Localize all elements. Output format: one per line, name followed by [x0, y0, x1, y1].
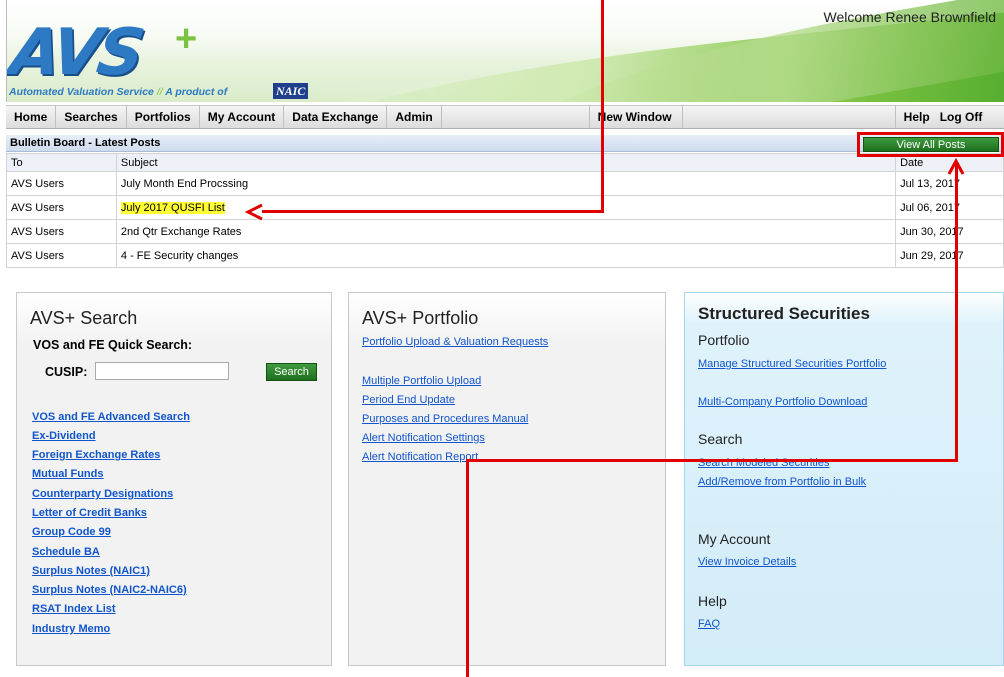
link-alert-notification-report[interactable]: Alert Notification Report: [362, 451, 478, 463]
link-counterparty-designations[interactable]: Counterparty Designations: [32, 488, 173, 500]
post-date: Jun 29, 2017: [895, 243, 1004, 268]
table-header-row: To Subject Date: [6, 153, 1004, 172]
column-header-subject: Subject: [115, 153, 897, 172]
portfolio-panel: AVS+ Portfolio Portfolio Upload & Valuat…: [348, 292, 666, 666]
annotation-arrowhead-icon: [244, 203, 263, 221]
link-multi-company-download[interactable]: Multi-Company Portfolio Download: [698, 396, 867, 408]
structured-panel-title: Structured Securities: [698, 304, 870, 323]
post-to: AVS Users: [6, 195, 117, 220]
link-portfolio-upload-valuation[interactable]: Portfolio Upload & Valuation Requests: [362, 336, 548, 348]
post-date: Jun 30, 2017: [895, 219, 1004, 244]
nav-help[interactable]: Help: [896, 106, 938, 128]
link-foreign-exchange-rates[interactable]: Foreign Exchange Rates: [32, 449, 160, 461]
link-vos-fe-advanced-search[interactable]: VOS and FE Advanced Search: [32, 411, 190, 423]
nav-spacer: [683, 106, 896, 128]
naic-logo: NAIC: [273, 83, 309, 99]
link-purposes-procedures-manual[interactable]: Purposes and Procedures Manual: [362, 413, 528, 425]
annotation-line: [601, 0, 604, 212]
link-industry-memo[interactable]: Industry Memo: [32, 623, 110, 635]
nav-logoff[interactable]: Log Off: [938, 106, 991, 128]
search-panel: AVS+ Search VOS and FE Quick Search: CUS…: [16, 292, 332, 666]
help-heading: Help: [698, 593, 727, 609]
tagline-main: Automated Valuation Service: [9, 86, 154, 98]
table-row: AVS Users 4 - FE Security changes Jun 29…: [6, 243, 1004, 268]
search-button[interactable]: Search: [266, 363, 317, 381]
link-period-end-update[interactable]: Period End Update: [362, 394, 455, 406]
link-add-remove-bulk[interactable]: Add/Remove from Portfolio in Bulk: [698, 476, 866, 488]
link-letter-of-credit-banks[interactable]: Letter of Credit Banks: [32, 507, 147, 519]
post-date: Jul 06, 2017: [895, 195, 1004, 220]
post-subject: July Month End Procssing: [115, 171, 897, 196]
annotation-line: [466, 459, 469, 677]
post-to: AVS Users: [6, 219, 117, 244]
link-mutual-funds[interactable]: Mutual Funds: [32, 468, 104, 480]
nav-spacer: [442, 106, 590, 128]
bulletin-title: Bulletin Board - Latest Posts: [10, 137, 161, 149]
quick-search-label: VOS and FE Quick Search:: [33, 338, 193, 352]
tagline: Automated Valuation Service // A product…: [9, 86, 227, 98]
table-row: AVS Users 2nd Qtr Exchange Rates Jun 30,…: [6, 219, 1004, 244]
post-subject: 2nd Qtr Exchange Rates: [115, 219, 897, 244]
annotation-line: [262, 210, 604, 213]
welcome-text: Welcome Renee Brownfield: [823, 9, 997, 25]
column-header-to: To: [6, 153, 117, 172]
bulletin-header: Bulletin Board - Latest Posts: [6, 135, 1004, 152]
link-multiple-portfolio-upload[interactable]: Multiple Portfolio Upload: [362, 375, 481, 387]
link-view-invoice-details[interactable]: View Invoice Details: [698, 556, 796, 568]
search-heading: Search: [698, 431, 743, 447]
link-manage-structured-portfolio[interactable]: Manage Structured Securities Portfolio: [698, 358, 886, 370]
nav-data-exchange[interactable]: Data Exchange: [284, 106, 388, 128]
post-to: AVS Users: [6, 171, 117, 196]
post-to: AVS Users: [6, 243, 117, 268]
nav-admin[interactable]: Admin: [387, 106, 442, 128]
post-subject-link[interactable]: July 2017 QUSFI List: [120, 201, 225, 214]
annotation-line: [466, 459, 958, 462]
link-schedule-ba[interactable]: Schedule BA: [32, 546, 100, 558]
my-account-heading: My Account: [698, 531, 771, 547]
link-faq[interactable]: FAQ: [698, 618, 720, 630]
tagline-product: A product of: [165, 86, 228, 98]
cusip-label: CUSIP:: [45, 365, 88, 379]
nav-my-account[interactable]: My Account: [200, 106, 285, 128]
post-subject-link[interactable]: 4 - FE Security changes: [121, 250, 238, 262]
link-alert-notification-settings[interactable]: Alert Notification Settings: [362, 432, 485, 444]
link-ex-dividend[interactable]: Ex-Dividend: [32, 430, 96, 442]
nav-searches[interactable]: Searches: [56, 106, 127, 128]
post-subject-link[interactable]: July Month End Procssing: [121, 178, 248, 190]
portfolio-heading: Portfolio: [698, 332, 750, 348]
annotation-highlight-box: [857, 132, 1004, 157]
header-banner: AVS + Automated Valuation Service // A p…: [6, 0, 1004, 102]
cusip-input[interactable]: [95, 362, 229, 380]
post-subject: 4 - FE Security changes: [115, 243, 897, 268]
link-surplus-notes-naic2-naic6[interactable]: Surplus Notes (NAIC2-NAIC6): [32, 584, 187, 596]
search-panel-title: AVS+ Search: [30, 308, 138, 328]
nav-home[interactable]: Home: [6, 106, 57, 128]
portfolio-panel-title: AVS+ Portfolio: [362, 308, 479, 328]
nav-portfolios[interactable]: Portfolios: [127, 106, 200, 128]
annotation-arrowhead-icon: [947, 158, 965, 175]
link-rsat-index-list[interactable]: RSAT Index List: [32, 603, 116, 615]
avs-logo[interactable]: AVS: [7, 16, 145, 90]
post-subject-link[interactable]: 2nd Qtr Exchange Rates: [121, 226, 241, 238]
table-row: AVS Users July 2017 QUSFI List Jul 06, 2…: [6, 195, 1004, 220]
link-surplus-notes-naic1[interactable]: Surplus Notes (NAIC1): [32, 565, 150, 577]
tagline-separator: //: [156, 86, 163, 98]
logo-plus-icon: +: [175, 18, 198, 60]
main-nav: Home Searches Portfolios My Account Data…: [6, 105, 1004, 129]
annotation-line: [955, 162, 958, 462]
post-subject: July 2017 QUSFI List: [115, 195, 897, 220]
link-group-code-99[interactable]: Group Code 99: [32, 526, 111, 538]
table-row: AVS Users July Month End Procssing Jul 1…: [6, 171, 1004, 196]
